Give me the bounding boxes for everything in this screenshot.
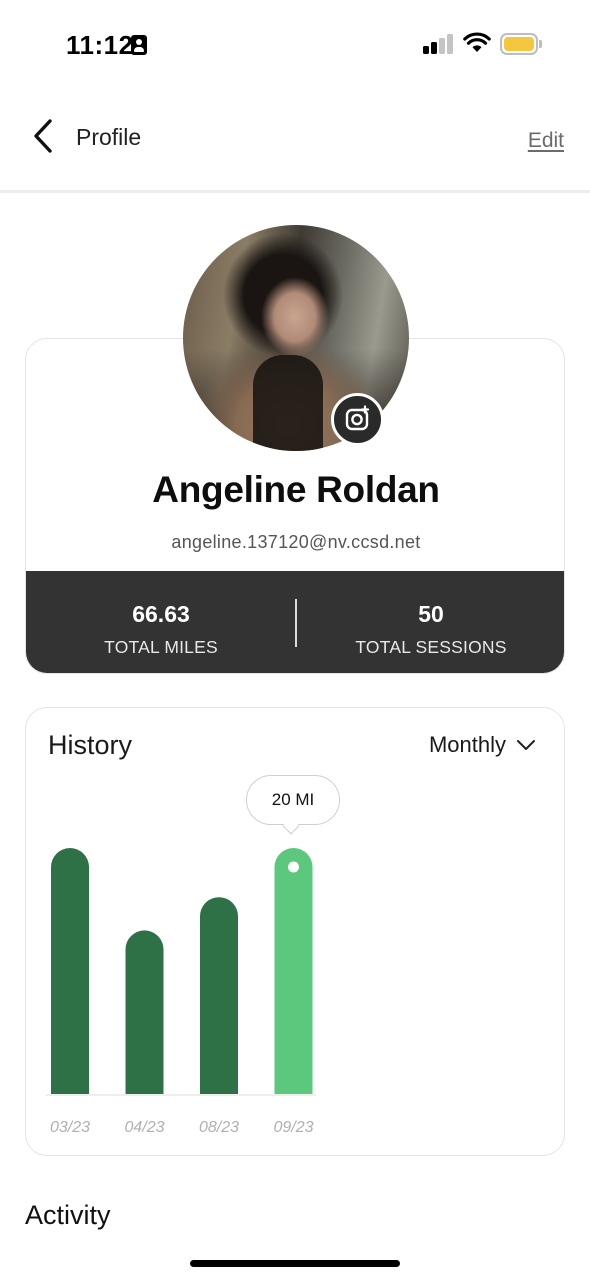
stat-value: 50 xyxy=(418,601,444,627)
wifi-icon xyxy=(463,32,491,52)
user-name: Angeline Roldan xyxy=(152,469,440,510)
x-tick-label: 08/23 xyxy=(199,1119,239,1136)
battery-icon xyxy=(500,33,542,55)
stat-value: 66.63 xyxy=(132,601,190,627)
stat-label: TOTAL SESSIONS xyxy=(355,637,507,657)
chart-bar-08-23[interactable] xyxy=(200,897,238,1094)
status-bar: 11:12 xyxy=(0,0,590,90)
history-chart: 03/23 04/23 08/23 09/23 xyxy=(46,848,316,1136)
page-title: Profile xyxy=(76,124,142,150)
chart-bar-09-23[interactable] xyxy=(274,848,313,1094)
status-time: 11:12 xyxy=(66,30,134,60)
activity-title: Activity xyxy=(25,1200,111,1230)
contact-card-icon xyxy=(131,35,147,55)
x-tick-label: 04/23 xyxy=(124,1119,164,1136)
stat-total-miles: 66.63 TOTAL MILES xyxy=(26,571,296,673)
x-tick-label: 03/23 xyxy=(50,1119,90,1136)
edit-button[interactable]: Edit xyxy=(528,129,564,153)
nav-header: Profile Edit xyxy=(0,90,590,193)
stat-label: TOTAL MILES xyxy=(104,637,218,657)
change-photo-button[interactable] xyxy=(331,393,384,446)
instagram-camera-icon xyxy=(345,405,370,431)
chart-bar-03-23[interactable] xyxy=(51,848,89,1094)
stats-bar: 66.63 TOTAL MILES 50 TOTAL SESSIONS xyxy=(26,571,564,673)
chevron-left-icon[interactable] xyxy=(30,118,56,154)
cellular-signal-icon xyxy=(423,34,455,54)
history-card: History Monthly 20 MI 03/23 04/23 08/23 09/… xyxy=(25,707,565,1156)
user-email: angeline.137120@nv.ccsd.net xyxy=(171,532,421,552)
home-indicator[interactable] xyxy=(190,1260,400,1267)
selected-bar-dot xyxy=(288,861,299,873)
chart-bar-04-23[interactable] xyxy=(125,930,164,1094)
stat-total-sessions: 50 TOTAL SESSIONS xyxy=(296,571,564,673)
x-tick-label: 09/23 xyxy=(273,1119,313,1136)
